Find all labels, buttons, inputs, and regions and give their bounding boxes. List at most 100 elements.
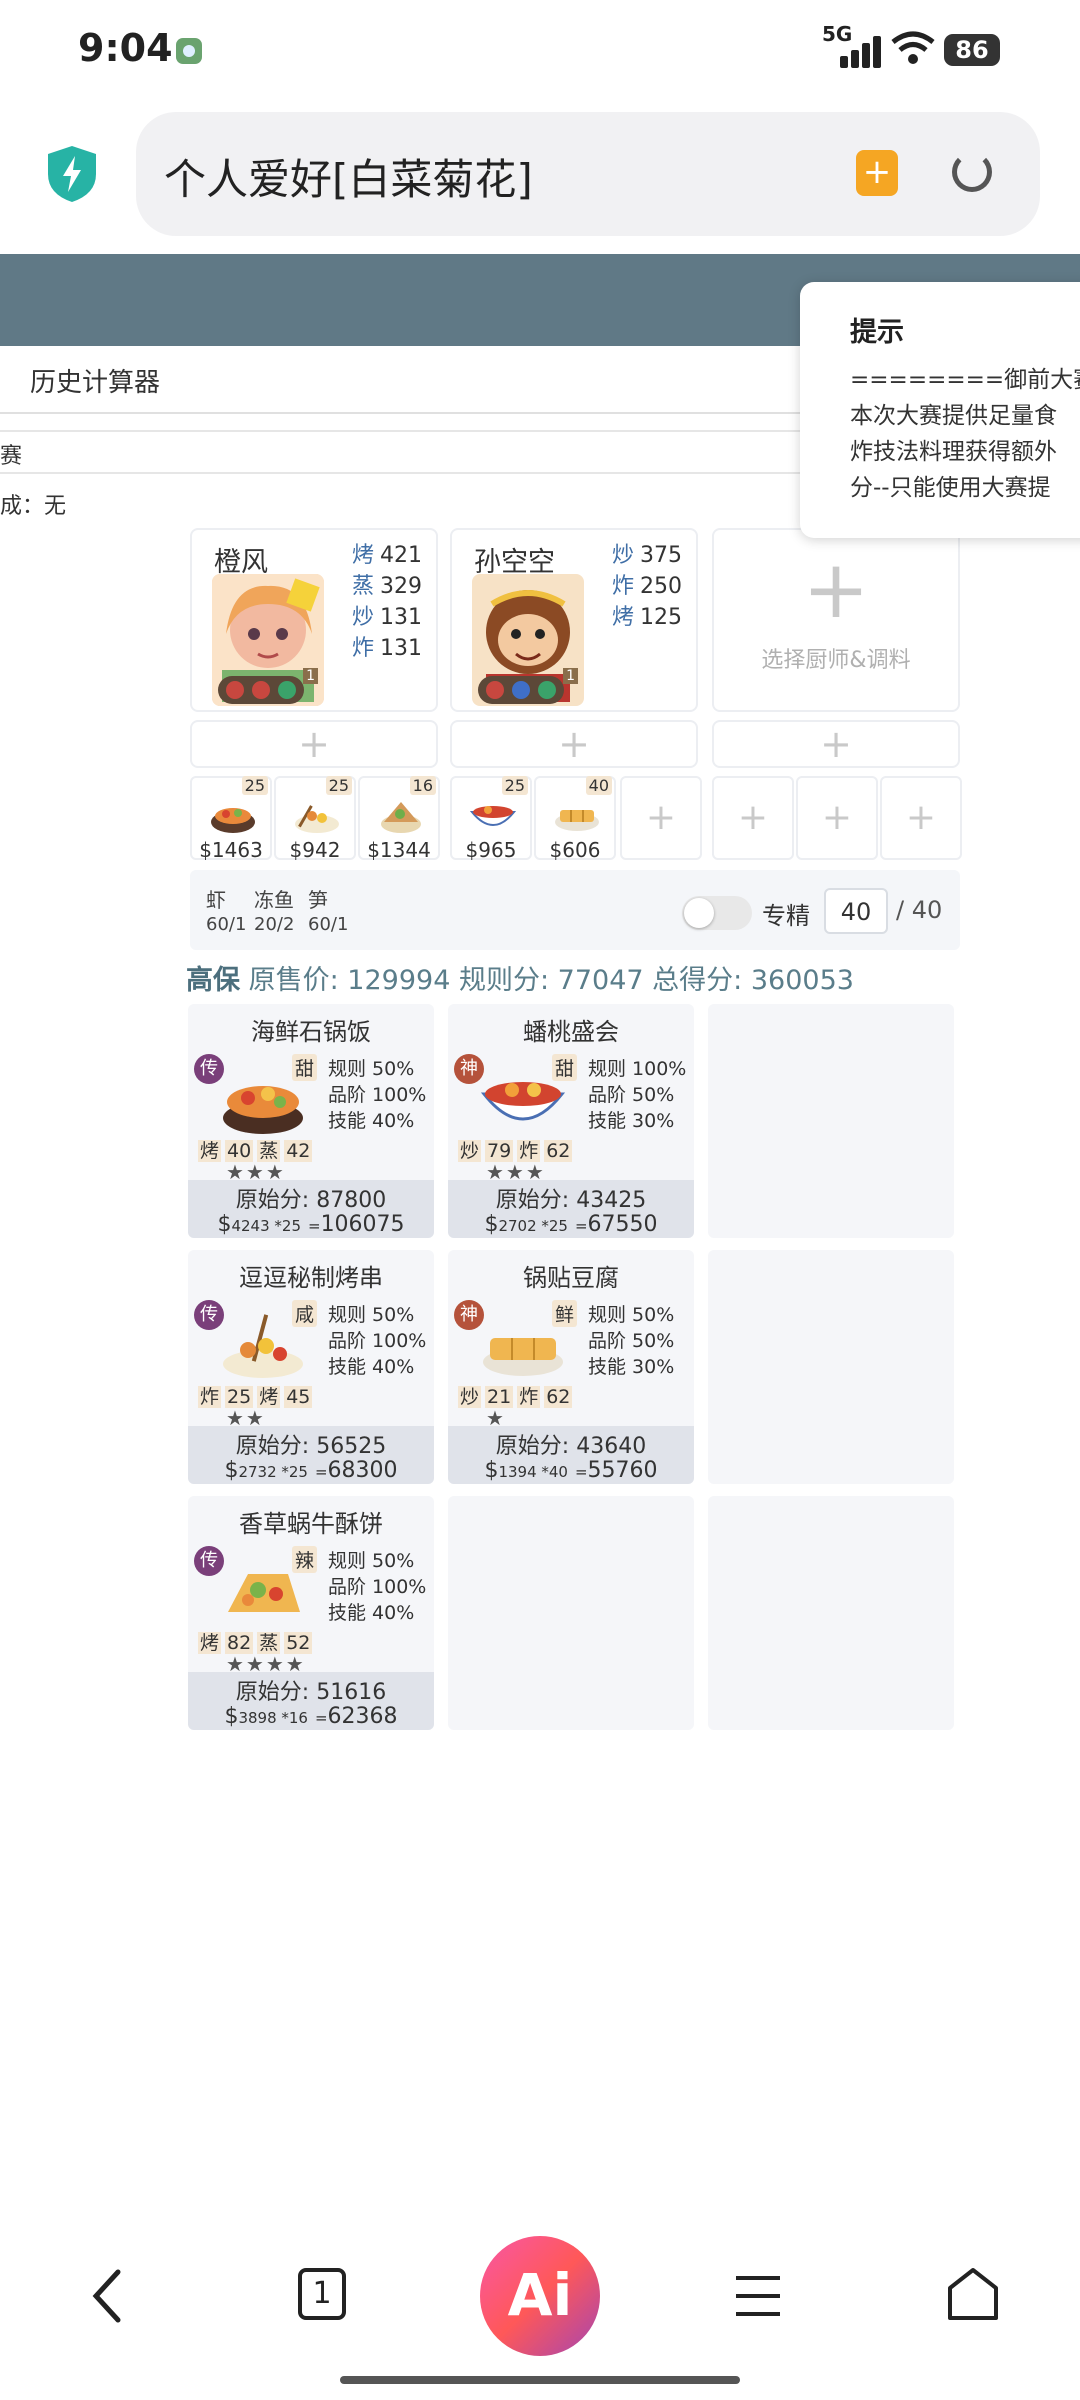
ingredient-name: 冻鱼 [254,888,294,912]
specialize-label: 专精 [762,902,810,930]
recipe-image [295,805,339,833]
plus-icon: + [905,797,937,838]
tooltip-line: 炸技法料理获得额外 [850,439,1057,465]
recipe-slot[interactable]: 25 $1463 [190,776,272,862]
rarity-badge: 神 [454,1300,484,1330]
gesture-bar[interactable] [340,2376,740,2384]
recipe-slot[interactable]: 40 $606 [534,776,616,862]
dish-card-empty[interactable] [708,1004,954,1238]
taste-badge: 甜 [292,1054,318,1081]
chef-level: 1 [563,668,578,684]
recipe-slot[interactable]: 25 $965 [450,776,532,862]
ingredient-amount: 60/1 [206,914,247,935]
plus-icon: + [737,797,769,838]
recipe-slot-empty[interactable]: + [620,776,702,860]
recipe-slot-empty[interactable]: + [712,776,794,860]
taste-badge: 辣 [292,1546,318,1573]
plus-icon: + [820,722,852,766]
bookmark-add-icon[interactable]: + [856,150,898,196]
dish-score: 原始分: 87800 $4243 *25 =106075 [188,1180,434,1238]
recipe-count: 40 [585,776,612,795]
ingredient-name: 笋 [308,888,328,912]
ingredient-amount: 60/1 [308,914,349,935]
reload-icon[interactable] [952,152,992,192]
dish-title: 海鲜石锅饭 [251,1018,371,1046]
dish-card-empty[interactable] [708,1496,954,1730]
dish-attrs: 烤 82 蒸 52 [198,1632,313,1654]
battery-indicator: 86 [944,34,1000,66]
taste-badge: 咸 [292,1300,318,1327]
dish-attrs: 炒 21 炸 62 [458,1386,573,1408]
dish-attrs: 烤 40 蒸 42 [198,1140,313,1162]
recipe-price: $606 [549,838,601,862]
dish-title: 蟠桃盛会 [523,1018,619,1046]
dish-title: 锅贴豆腐 [523,1264,619,1292]
dish-card-empty[interactable] [708,1250,954,1484]
recipe-slot-empty[interactable]: + [796,776,878,860]
dish-card-empty[interactable] [448,1496,694,1730]
menu-icon[interactable] [734,2272,782,2324]
chef-card-2[interactable]: 孙空空 1 炒 375 炸 250 烤 125 [450,528,698,712]
tooltip-title: 提示 [850,317,904,348]
equip-slot-3[interactable]: + [712,720,960,768]
dish-card[interactable]: 蟠桃盛会 神 甜 规则 100% 品阶 50% 技能 30% 炒 79 炸 62 ★★★ … [448,1004,694,1238]
plus-icon: + [821,797,853,838]
ingredient-name: 虾 [206,888,226,912]
dish-rules: 规则 50% 品阶 50% 技能 30% [588,1304,675,1378]
dish-card[interactable]: 海鲜石锅饭 传 甜 规则 50% 品阶 100% 技能 40% 烤 40 蒸 42 ★★★… [188,1004,434,1238]
specialize-toggle[interactable] [682,896,752,930]
recipe-count: 25 [241,776,268,795]
home-icon[interactable] [946,2266,1000,2326]
dish-card[interactable]: 逗逗秘制烤串 传 咸 规则 50% 品阶 100% 技能 40% 炸 25 烤 45 ★★… [188,1250,434,1484]
hint-tooltip: 提示 ========御前大赛 本次大赛提供足量食 炸技法料理获得额外 分--只… [800,282,1080,538]
plus-icon: + [645,797,677,838]
combo-label: 成：无 [0,494,67,519]
dish-title: 逗逗秘制烤串 [239,1264,383,1292]
specialize-max: / 40 [896,896,943,924]
recipe-price: $942 [289,838,341,862]
plus-icon: + [558,722,590,766]
chef-skills: 烤 421 蒸 329 炒 131 炸 131 [352,543,423,661]
tab-history-calculator[interactable]: 历史计算器 [30,362,160,399]
shield-icon[interactable] [44,144,100,204]
tabs-button[interactable]: 1 [298,2268,346,2320]
tooltip-line: 分--只能使用大赛提 [850,475,1051,501]
rarity-badge: 神 [454,1054,484,1084]
recipe-slot[interactable]: 25 $942 [274,776,356,862]
equip-slot-2[interactable]: + [450,720,698,768]
ai-assistant-button[interactable]: Ai [480,2236,600,2356]
taste-badge: 鲜 [552,1300,578,1327]
score-summary: 高保 原售价: 129994 规则分: 77047 总得分: 360053 [186,965,854,996]
recipe-count: 16 [409,776,436,795]
chef-card-1[interactable]: 橙风 1 烤 421 蒸 329 炒 131 炸 131 [190,528,438,712]
specialize-input[interactable]: 40 [824,888,888,934]
dish-rules: 规则 50% 品阶 100% 技能 40% [328,1058,427,1132]
taste-badge: 甜 [552,1054,578,1081]
dish-rules: 规则 50% 品阶 100% 技能 40% [328,1304,427,1378]
dish-card[interactable]: 香草蜗牛酥饼 传 辣 规则 50% 品阶 100% 技能 40% 烤 82 蒸 52 ★★… [188,1496,434,1730]
back-icon[interactable] [88,2268,128,2328]
select-chef-card[interactable]: + 选择厨师&调料 [712,528,960,712]
chef-skills: 炒 375 炸 250 烤 125 [612,543,683,630]
equip-slot-1[interactable]: + [190,720,438,768]
dish-card[interactable]: 锅贴豆腐 神 鲜 规则 50% 品阶 50% 技能 30% 炒 21 炸 62 ★ 原始分… [448,1250,694,1484]
tooltip-line: 本次大赛提供足量食 [850,403,1057,429]
dish-score: 原始分: 43425 $2702 *25 =67550 [448,1180,694,1238]
recipe-image [469,806,517,826]
notification-icon [176,38,202,64]
recipe-count: 25 [501,776,528,795]
recipe-slot-empty[interactable]: + [880,776,962,860]
page-title[interactable]: 个人爱好[白菜菊花] [164,146,533,207]
rarity-badge: 传 [194,1054,224,1084]
plus-icon: + [298,722,330,766]
rarity-badge: 传 [194,1546,224,1576]
plus-icon: + [802,543,870,636]
dish-rules: 规则 100% 品阶 50% 技能 30% [588,1058,687,1132]
recipe-count: 25 [325,776,352,795]
rarity-badge: 传 [194,1300,224,1330]
contest-select[interactable]: 赛 [0,438,22,470]
recipe-slot[interactable]: 16 $1344 [358,776,440,862]
chef-level: 1 [303,668,318,684]
recipe-price: $1463 [199,838,263,862]
dish-score: 原始分: 51616 $3898 *16 =62368 [188,1672,434,1730]
